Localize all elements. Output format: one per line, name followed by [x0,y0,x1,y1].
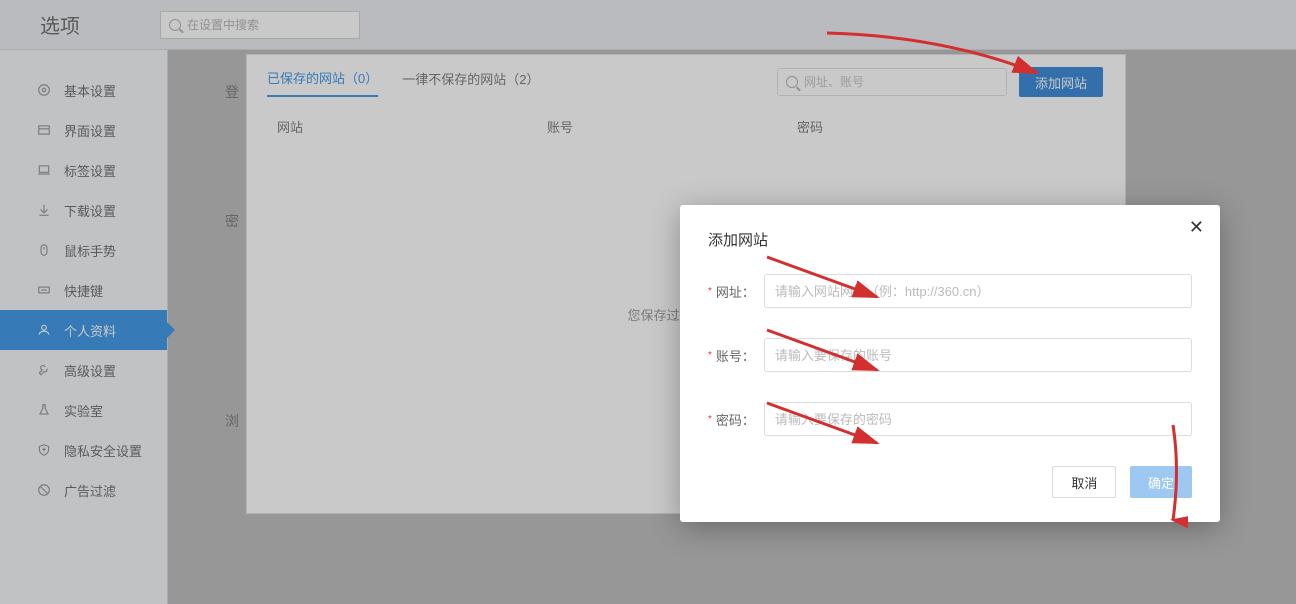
sidebar-item-advanced[interactable]: 高级设置 [0,350,167,390]
keyboard-icon [36,282,52,298]
site-search-input[interactable] [804,75,998,89]
account-label: 账号： [716,346,764,365]
form-row-password: * 密码： [708,402,1192,436]
section-label-password: 密 [225,211,239,231]
page-title: 选项 [40,10,160,39]
site-search-box[interactable] [777,68,1007,96]
sidebar-item-basic[interactable]: 基本设置 [0,70,167,110]
sidebar-item-label: 标签设置 [64,161,116,180]
flask-icon [36,402,52,418]
sidebar-item-privacy[interactable]: 隐私安全设置 [0,430,167,470]
user-icon [36,322,52,338]
account-input[interactable] [764,338,1192,372]
gear-icon [36,82,52,98]
sidebar-item-label: 个人资料 [64,321,116,340]
wrench-icon [36,362,52,378]
header: 选项 [0,0,1296,50]
sidebar-item-label: 高级设置 [64,361,116,380]
sidebar-item-label: 下载设置 [64,201,116,220]
confirm-button[interactable]: 确定 [1130,466,1192,498]
table-header-row: 网站 账号 密码 [247,109,1125,145]
window-icon [36,122,52,138]
sidebar-item-mouse[interactable]: 鼠标手势 [0,230,167,270]
download-icon [36,202,52,218]
modal-title: 添加网站 [708,229,1192,250]
sidebar-item-lab[interactable]: 实验室 [0,390,167,430]
required-star-icon: * [708,414,712,425]
cancel-button[interactable]: 取消 [1052,466,1116,498]
search-icon [169,19,181,31]
sidebar-item-tabs[interactable]: 标签设置 [0,150,167,190]
password-label: 密码： [716,410,764,429]
form-row-account: * 账号： [708,338,1192,372]
settings-search-box[interactable] [160,11,360,39]
close-button[interactable]: ✕ [1189,217,1204,238]
sidebar-item-label: 快捷键 [64,281,103,300]
shield-icon [36,442,52,458]
url-label: 网址： [716,282,764,301]
tab-never-save[interactable]: 一律不保存的网站（2） [402,69,539,96]
col-header-account: 账号 [547,117,797,136]
sidebar-item-label: 实验室 [64,401,103,420]
modal-footer: 取消 确定 [708,466,1192,498]
sidebar-item-label: 广告过滤 [64,481,116,500]
password-input[interactable] [764,402,1192,436]
col-header-site: 网站 [277,117,547,136]
sidebar-item-label: 界面设置 [64,121,116,140]
col-header-password: 密码 [797,117,997,136]
sidebar-item-download[interactable]: 下载设置 [0,190,167,230]
sidebar-item-label: 隐私安全设置 [64,441,142,460]
add-site-modal: ✕ 添加网站 * 网址： * 账号： * 密码： 取消 确定 [680,205,1220,522]
sidebar-item-label: 鼠标手势 [64,241,116,260]
required-star-icon: * [708,350,712,361]
section-label-browse: 浏 [225,411,239,431]
settings-search-input[interactable] [187,18,351,32]
mouse-icon [36,242,52,258]
sidebar-item-interface[interactable]: 界面设置 [0,110,167,150]
sidebar-item-label: 基本设置 [64,81,116,100]
section-label-login: 登 [225,82,239,102]
laptop-icon [36,162,52,178]
tab-saved[interactable]: 已保存的网站（0） [267,68,378,97]
sidebar-item-profile[interactable]: 个人资料 [0,310,167,350]
sidebar-item-shortcuts[interactable]: 快捷键 [0,270,167,310]
form-row-url: * 网址： [708,274,1192,308]
block-icon [36,482,52,498]
tabs: 已保存的网站（0） 一律不保存的网站（2） 添加网站 [247,55,1125,109]
sidebar: 基本设置 界面设置 标签设置 下载设置 鼠标手势 快捷键 个人资料 高级设置 实… [0,50,168,604]
sidebar-item-adblock[interactable]: 广告过滤 [0,470,167,510]
add-site-button[interactable]: 添加网站 [1019,67,1103,97]
required-star-icon: * [708,286,712,297]
url-input[interactable] [764,274,1192,308]
search-icon [786,76,798,88]
